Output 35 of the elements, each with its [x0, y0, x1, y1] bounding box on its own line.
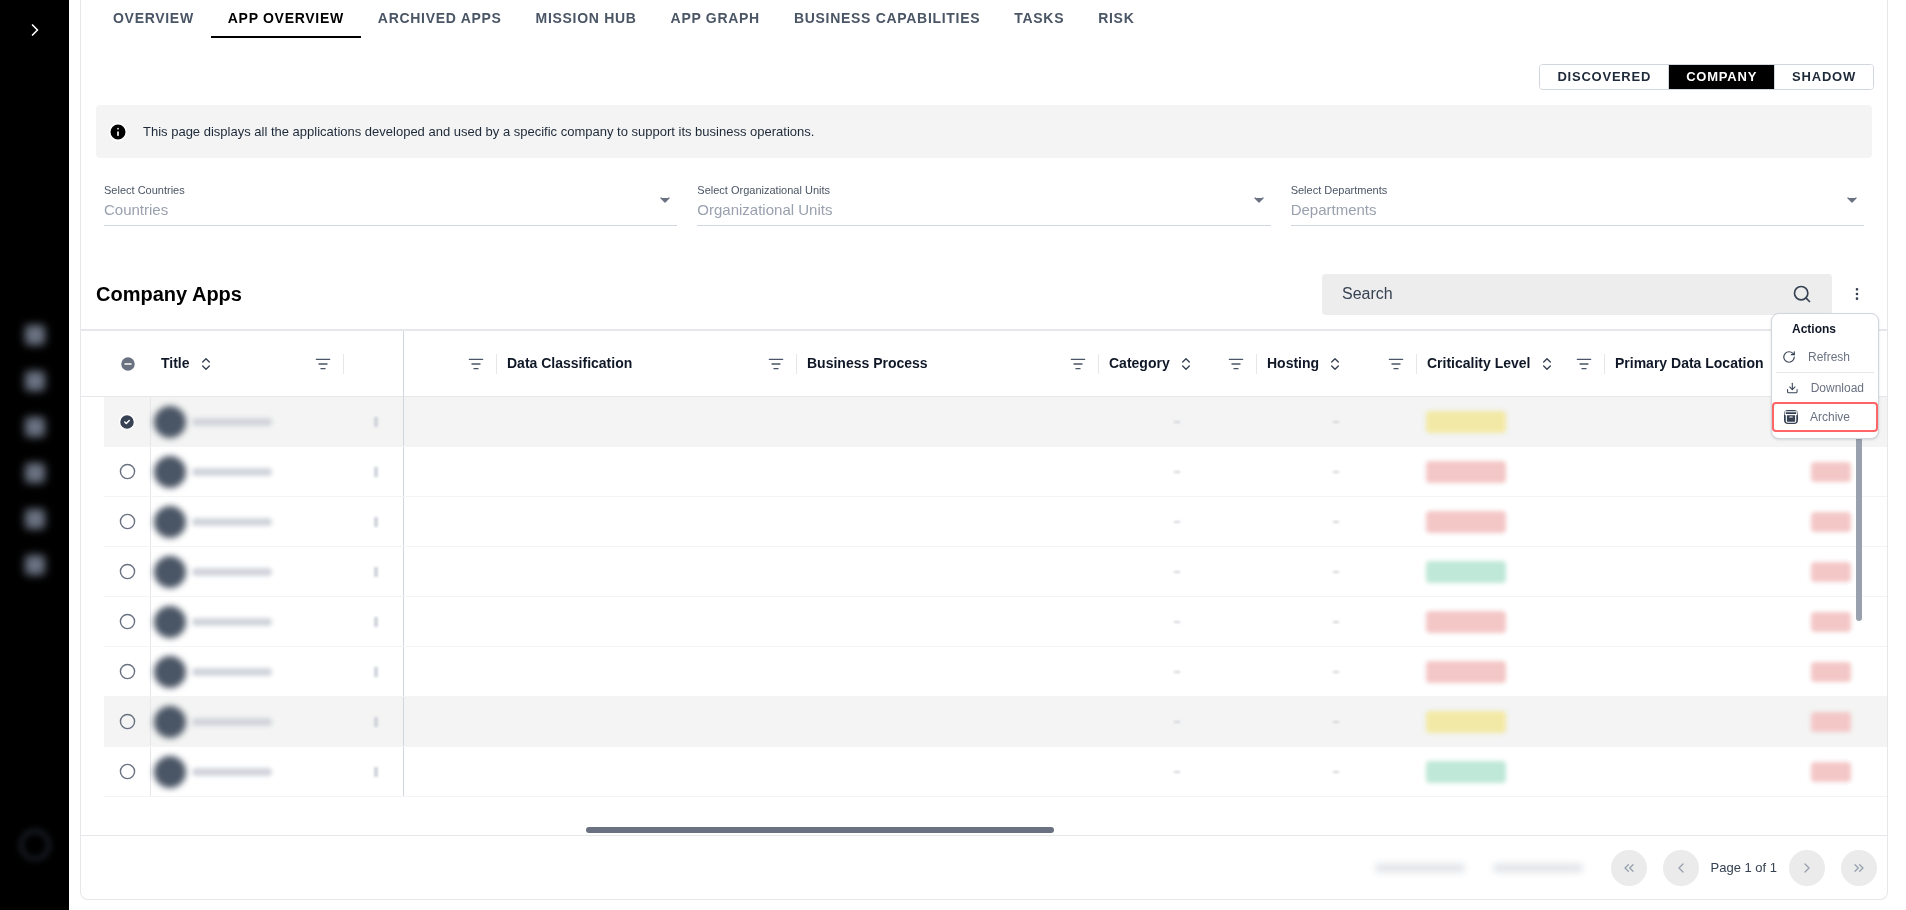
select-placeholder: Organizational Units	[697, 199, 833, 220]
menu-title: Actions	[1791, 321, 1837, 338]
tab[interactable]: TASKS	[997, 0, 1082, 38]
column-header[interactable]: Criticality Level	[1427, 353, 1531, 374]
search-field[interactable]: Search	[1322, 273, 1832, 315]
select-field[interactable]: Select Organizational Units Organizational Units	[697, 178, 1271, 226]
select-label: Select Countries	[104, 183, 186, 198]
column-header[interactable]: Title	[161, 353, 190, 374]
menu-item[interactable]: Archive	[1772, 402, 1878, 432]
section-heading: Company Apps	[96, 282, 242, 307]
tab[interactable]: ARCHIVED APPS	[360, 0, 519, 38]
select-placeholder: Departments	[1290, 199, 1377, 220]
select-label: Select Departments	[1290, 183, 1389, 198]
column-header[interactable]: Category	[1109, 353, 1170, 374]
select-field[interactable]: Select Departments Departments	[1290, 178, 1864, 226]
tab[interactable]: MISSION HUB	[518, 0, 654, 38]
tab[interactable]: APP OVERVIEW	[210, 0, 361, 38]
column-header[interactable]: Primary Data Location	[1615, 353, 1764, 374]
search-input[interactable]: Search	[1342, 282, 1792, 306]
select-placeholder: Countries	[104, 199, 169, 220]
page-indicator: Page 1 of 1	[1709, 858, 1778, 877]
menu-item[interactable]: Download	[1776, 372, 1874, 402]
menu-item[interactable]: Refresh	[1772, 342, 1878, 372]
tab[interactable]: OVERVIEW	[96, 0, 211, 38]
tab[interactable]: RISK	[1081, 0, 1152, 38]
tab[interactable]: APP GRAPH	[653, 0, 777, 38]
select-label: Select Organizational Units	[697, 183, 831, 198]
column-header[interactable]: Data Classification	[507, 353, 633, 374]
info-text: This page displays all the applications developed and used by a specific company to support its business operations.	[143, 122, 815, 141]
tab[interactable]: BUSINESS CAPABILITIES	[776, 0, 998, 38]
column-header[interactable]: Hosting	[1267, 353, 1320, 374]
view-toggle-option[interactable]: SHADOW	[1774, 65, 1873, 89]
select-field[interactable]: Select Countries Countries	[104, 178, 678, 226]
view-toggle-option[interactable]: COMPANY	[1668, 65, 1775, 89]
column-header[interactable]: Business Process	[807, 353, 928, 374]
